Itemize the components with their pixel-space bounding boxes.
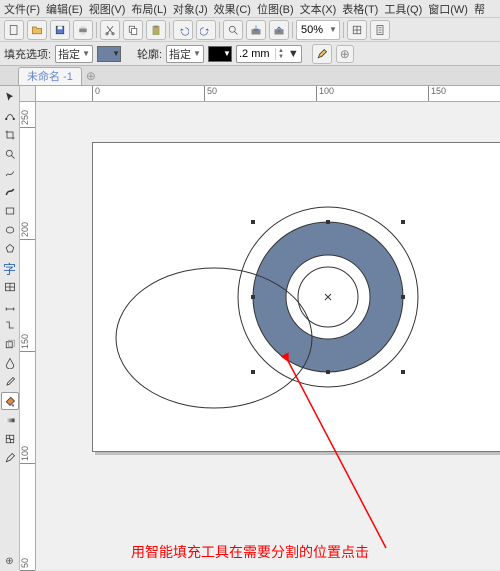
fill-color-swatch[interactable]: ▼ bbox=[97, 46, 121, 62]
menu-view[interactable]: 视图(V) bbox=[89, 1, 126, 17]
property-bar: 填充选项: 指定▼ ▼ 轮廓: 指定▼ ▼ ▲▼ ▼ ⊕ bbox=[0, 42, 500, 66]
rectangle-tool[interactable] bbox=[1, 202, 19, 220]
save-button[interactable] bbox=[50, 20, 70, 40]
chevron-down-icon: ▼ bbox=[193, 49, 201, 58]
workspace: 字 ⊕ 050100150200250 25020015010050 bbox=[0, 86, 500, 570]
outline-tool[interactable] bbox=[1, 449, 19, 467]
undo-button[interactable] bbox=[173, 20, 193, 40]
menu-bitmap[interactable]: 位图(B) bbox=[257, 1, 294, 17]
chevron-down-icon: ▼ bbox=[286, 48, 301, 60]
text-tool[interactable]: 字 bbox=[1, 259, 19, 277]
paste-button[interactable] bbox=[146, 20, 166, 40]
freehand-tool[interactable] bbox=[1, 164, 19, 182]
effects-tool[interactable] bbox=[1, 335, 19, 353]
quick-customize-button[interactable]: ⊕ bbox=[1, 552, 19, 570]
zoom-tool[interactable] bbox=[1, 145, 19, 163]
search-button[interactable] bbox=[223, 20, 243, 40]
pick-tool[interactable] bbox=[1, 88, 19, 106]
eyedropper-tool[interactable] bbox=[1, 373, 19, 391]
interactive-fill-tool[interactable] bbox=[1, 411, 19, 429]
menu-window[interactable]: 窗口(W) bbox=[428, 1, 468, 17]
fill-options-label: 填充选项: bbox=[4, 46, 51, 62]
artistic-media-tool[interactable] bbox=[1, 183, 19, 201]
fill-mode-dropdown[interactable]: 指定▼ bbox=[55, 45, 93, 63]
snap-button[interactable] bbox=[347, 20, 367, 40]
options-button[interactable] bbox=[370, 20, 390, 40]
menu-file[interactable]: 文件(F) bbox=[4, 1, 40, 17]
outline-pen-button[interactable] bbox=[312, 44, 332, 64]
add-preset-button[interactable]: ⊕ bbox=[336, 45, 354, 63]
table-tool[interactable] bbox=[1, 278, 19, 296]
canvas-area[interactable]: 用智能填充工具在需要分割的位置点击 bbox=[36, 102, 500, 570]
open-button[interactable] bbox=[27, 20, 47, 40]
chevron-down-icon: ▼ bbox=[329, 25, 337, 34]
menu-layout[interactable]: 布局(L) bbox=[131, 1, 166, 17]
zoom-input[interactable] bbox=[301, 24, 329, 36]
smart-fill-tool[interactable] bbox=[1, 392, 19, 410]
vertical-ruler[interactable]: 25020015010050 bbox=[20, 102, 36, 570]
import-button[interactable] bbox=[246, 20, 266, 40]
document-tab[interactable]: 未命名 -1 bbox=[18, 67, 82, 85]
crop-tool[interactable] bbox=[1, 126, 19, 144]
outline-label: 轮廓: bbox=[137, 46, 162, 62]
document-tab-bar: 未命名 -1 ⊕ bbox=[0, 66, 500, 86]
mesh-fill-tool[interactable] bbox=[1, 430, 19, 448]
chevron-down-icon: ▼ bbox=[223, 49, 231, 58]
polygon-tool[interactable] bbox=[1, 240, 19, 258]
outline-width[interactable]: ▲▼ ▼ bbox=[236, 45, 302, 63]
ruler-origin[interactable] bbox=[20, 86, 36, 102]
outline-mode-dropdown[interactable]: 指定▼ bbox=[166, 45, 204, 63]
print-button[interactable] bbox=[73, 20, 93, 40]
toolbox: 字 ⊕ bbox=[0, 86, 20, 570]
chevron-down-icon: ▼ bbox=[112, 49, 120, 58]
outline-color-swatch[interactable]: ▼ bbox=[208, 46, 232, 62]
menu-edit[interactable]: 编辑(E) bbox=[46, 1, 83, 17]
chevron-down-icon: ▼ bbox=[82, 49, 90, 58]
connector-tool[interactable] bbox=[1, 316, 19, 334]
page bbox=[92, 142, 500, 452]
horizontal-ruler[interactable]: 050100150200250 bbox=[36, 86, 500, 102]
ellipse-tool[interactable] bbox=[1, 221, 19, 239]
transparency-tool[interactable] bbox=[1, 354, 19, 372]
copy-button[interactable] bbox=[123, 20, 143, 40]
export-button[interactable] bbox=[269, 20, 289, 40]
standard-toolbar: ▼ bbox=[0, 18, 500, 42]
menu-help[interactable]: 帮 bbox=[474, 1, 485, 17]
zoom-level[interactable]: ▼ bbox=[296, 20, 340, 40]
menu-table[interactable]: 表格(T) bbox=[342, 1, 378, 17]
dimension-tool[interactable] bbox=[1, 297, 19, 315]
shape-tool[interactable] bbox=[1, 107, 19, 125]
outline-width-input[interactable] bbox=[237, 48, 275, 60]
menu-bar: 文件(F) 编辑(E) 视图(V) 布局(L) 对象(J) 效果(C) 位图(B… bbox=[0, 0, 500, 18]
menu-tools[interactable]: 工具(Q) bbox=[384, 1, 422, 17]
menu-object[interactable]: 对象(J) bbox=[173, 1, 208, 17]
spin-down-icon[interactable]: ▼ bbox=[278, 54, 284, 60]
new-button[interactable] bbox=[4, 20, 24, 40]
add-tab-button[interactable]: ⊕ bbox=[82, 67, 100, 85]
menu-text[interactable]: 文本(X) bbox=[300, 1, 337, 17]
annotation-text: 用智能填充工具在需要分割的位置点击 bbox=[131, 542, 369, 562]
menu-effect[interactable]: 效果(C) bbox=[214, 1, 251, 17]
cut-button[interactable] bbox=[100, 20, 120, 40]
redo-button[interactable] bbox=[196, 20, 216, 40]
